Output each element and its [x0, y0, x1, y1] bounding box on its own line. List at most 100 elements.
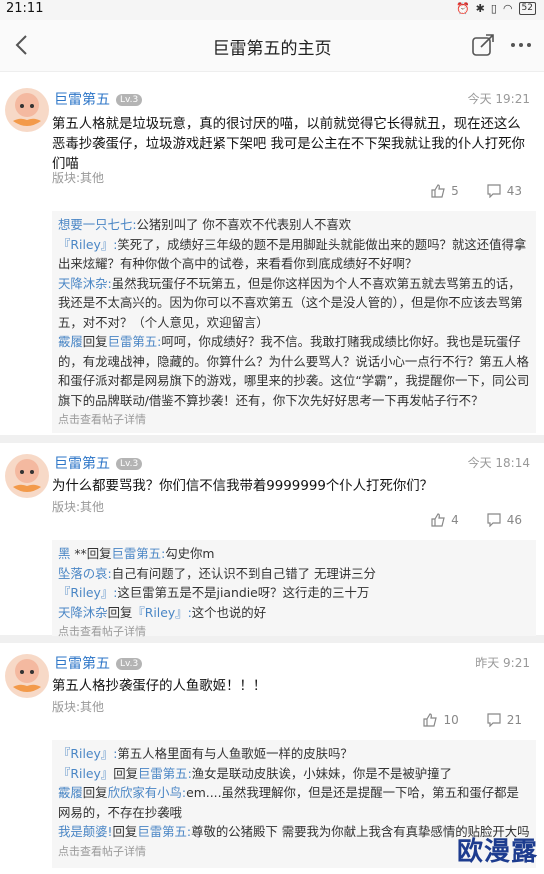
reply-connector: 回复 [82, 334, 108, 349]
comment-button[interactable]: 21 [487, 713, 522, 727]
reply-target[interactable]: 巨雷第五: [112, 546, 166, 561]
reply-author[interactable]: 『Riley』: [58, 237, 117, 252]
reply-item: 黑 **回复巨雷第五:勾史你m [58, 544, 530, 564]
reply-item: 天降沐杂:虽然我玩蛋仔不玩第五，但是你这样因为个人不喜欢第五就去骂第五的话，我还… [58, 274, 530, 333]
post-card[interactable]: 巨雷第五 Lv.3 今天 19:21 第五人格就是垃圾玩意，真的很讨厌的喵，以前就… [0, 73, 544, 443]
comment-count: 21 [506, 713, 522, 727]
like-count: 4 [451, 513, 459, 527]
reply-target[interactable]: 欣欣家有小鸟: [108, 785, 187, 800]
post-card[interactable]: 巨雷第五 Lv.3 今天 18:14 为什么都要骂我？你们信不信我带着999999… [0, 443, 544, 643]
status-time: 21:11 [6, 1, 44, 16]
reply-author[interactable]: 想要一只七七: [58, 217, 137, 232]
reply-author[interactable]: 我是颠婆! [58, 824, 113, 839]
comment-icon [487, 184, 501, 198]
vibrate-icon: ▯ [490, 2, 497, 15]
post-time: 今天 18:14 [467, 456, 530, 470]
post-text: 第五人格抄袭蛋仔的人鱼歌姬！！！ [52, 679, 267, 694]
username-text[interactable]: 巨雷第五 [54, 456, 110, 472]
post-actions: 5 43 [431, 184, 522, 198]
title-bar: 巨雷第五的主页 [0, 20, 544, 72]
reply-connector: 回复 [107, 604, 133, 620]
reply-author[interactable]: 黑 [58, 546, 70, 561]
comment-button[interactable]: 46 [487, 513, 522, 527]
reply-target[interactable]: 『Riley』: [132, 605, 191, 620]
like-button[interactable]: 10 [423, 713, 459, 727]
reply-author[interactable]: 天降沐杂 [58, 605, 108, 620]
reply-preview[interactable]: 黑 **回复巨雷第五:勾史你m 坠落の哀:自己有问题了，还认识不到自己错了 无理… [52, 540, 536, 638]
reply-item: 天降沐杂回复『Riley』:这个也说的好 [58, 603, 530, 623]
level-badge: Lv.3 [116, 658, 143, 670]
level-badge: Lv.3 [116, 458, 143, 470]
post-actions: 10 21 [423, 713, 522, 727]
reply-target[interactable]: 巨雷第五: [108, 334, 162, 349]
post-board: 版块:其他 [52, 500, 105, 514]
like-count: 5 [451, 184, 459, 198]
post-time: 昨天 9:21 [475, 656, 530, 670]
reply-connector: 回复 [113, 765, 139, 781]
reply-text: 公猪别叫了 你不喜欢不代表别人不喜欢 [136, 217, 352, 232]
reply-author[interactable]: 坠落の哀: [58, 566, 112, 581]
comment-button[interactable]: 43 [487, 184, 522, 198]
reply-author[interactable]: 天降沐杂: [58, 276, 112, 291]
reply-text: 第五人格里面有与人鱼歌姬一样的皮肤吗？ [117, 746, 353, 761]
like-button[interactable]: 5 [431, 184, 459, 198]
reply-text: 这个也说的好 [191, 604, 267, 620]
comment-icon [487, 513, 501, 527]
comment-count: 46 [506, 513, 522, 527]
page-title: 巨雷第五的主页 [212, 39, 332, 59]
reply-item: 想要一只七七:公猪别叫了 你不喜欢不代表别人不喜欢 [58, 215, 530, 235]
reply-text: 笑死了，成绩好三年级的题不是用脚趾头就能做出来的题吗？就这还值得拿出来炫耀？有种… [58, 236, 527, 272]
reply-item: 『Riley』:这巨雷第五是不是jiandie呀？这行走的三十万 [58, 583, 530, 603]
more-menu-icon[interactable] [508, 32, 534, 58]
post-board: 版块:其他 [52, 171, 105, 185]
thumb-up-icon [423, 713, 438, 727]
post-text: 为什么都要骂我？你们信不信我带着9999999个仆人打死你们？ [52, 479, 434, 494]
post-text: 第五人格就是垃圾玩意，真的很讨厌的喵，以前就觉得它长得就丑，现在还这么恶毒抄袭蛋… [52, 117, 525, 172]
reply-connector: **回复 [74, 546, 112, 561]
reply-item: 霰履回复欣欣家有小鸟:em....虽然我理解你，但是还是提醒一下哈，第五和蛋仔都… [58, 783, 530, 822]
reply-author[interactable]: 『Riley』: [58, 746, 117, 761]
post-time: 今天 19:21 [467, 92, 530, 106]
reply-item: 霰履回复巨雷第五:呵呵，你成绩好？我不信。我敢打赌我成绩比你好。我也是玩蛋仔的，… [58, 332, 530, 410]
reply-preview[interactable]: 想要一只七七:公猪别叫了 你不喜欢不代表别人不喜欢 『Riley』:笑死了，成绩… [52, 211, 536, 433]
reply-author[interactable]: 『Riley』: [58, 585, 117, 600]
thumb-up-icon [431, 513, 445, 527]
status-bar: 21:11 ⏰ ✱ ▯ ◠ 52 [0, 0, 544, 20]
battery-icon: 52 [518, 2, 536, 15]
username-text[interactable]: 巨雷第五 [54, 656, 110, 672]
view-post-details-link[interactable]: 点击查看帖子详情 [58, 622, 530, 642]
reply-item: 『Riley』:第五人格里面有与人鱼歌姬一样的皮肤吗？ [58, 744, 530, 764]
username-text[interactable]: 巨雷第五 [54, 92, 110, 108]
status-icons: ⏰ ✱ ▯ ◠ 52 [456, 2, 536, 15]
post-username[interactable]: 巨雷第五 Lv.3 [54, 453, 143, 473]
post-username[interactable]: 巨雷第五 Lv.3 [54, 653, 143, 673]
reply-author[interactable]: 霰履 [58, 334, 83, 349]
reply-author[interactable]: 『Riley』 [58, 766, 113, 781]
like-button[interactable]: 4 [431, 513, 459, 527]
level-badge: Lv.3 [116, 94, 143, 106]
reply-connector: 回复 [82, 785, 108, 800]
view-post-details-link[interactable]: 点击查看帖子详情 [58, 410, 530, 430]
thumb-up-icon [431, 184, 445, 198]
post-board: 版块:其他 [52, 700, 105, 714]
share-icon[interactable] [470, 32, 496, 58]
avatar[interactable] [4, 87, 50, 133]
bluetooth-icon: ✱ [475, 2, 485, 15]
reply-author[interactable]: 霰履 [58, 785, 83, 800]
reply-text: 勾史你m [165, 546, 215, 561]
post-username[interactable]: 巨雷第五 Lv.3 [54, 89, 143, 109]
reply-text: 这巨雷第五是不是jiandie呀？这行走的三十万 [117, 585, 370, 600]
avatar[interactable] [4, 653, 50, 699]
reply-target[interactable]: 巨雷第五: [138, 766, 192, 781]
reply-target[interactable]: 巨雷第五: [137, 824, 191, 839]
wifi-icon: ◠ [502, 2, 513, 15]
post-actions: 4 46 [431, 513, 522, 527]
reply-item: 坠落の哀:自己有问题了，还认识不到自己错了 无理讲三分 [58, 564, 530, 584]
reply-connector: 回复 [112, 824, 138, 839]
reply-text: 渔女是联动皮肤诶，小妹妹，你是不是被驴撞了 [191, 765, 452, 781]
alarm-icon: ⏰ [455, 2, 470, 15]
reply-item: 『Riley』回复巨雷第五:渔女是联动皮肤诶，小妹妹，你是不是被驴撞了 [58, 764, 530, 784]
comment-count: 43 [506, 184, 522, 198]
reply-text: 虽然我玩蛋仔不玩第五，但是你这样因为个人不喜欢第五就去骂第五的话，我还是不太高兴… [58, 275, 523, 330]
avatar[interactable] [4, 453, 50, 499]
